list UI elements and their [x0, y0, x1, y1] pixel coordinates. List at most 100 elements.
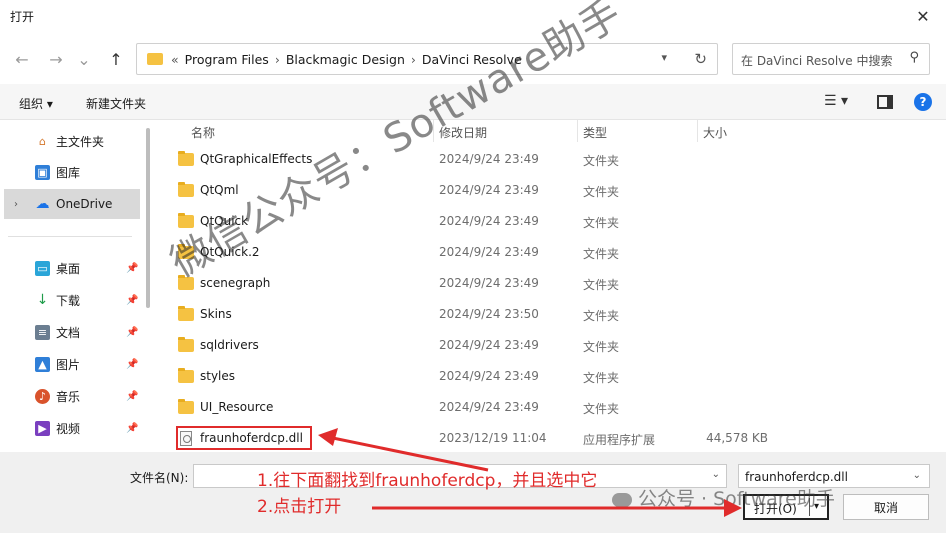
home-icon: ⌂: [39, 134, 46, 148]
file-row[interactable]: QtQuick.2 2024/9/24 23:49 文件夹: [156, 237, 946, 267]
sidebar-item-documents[interactable]: ≡ 文档 📌: [0, 317, 140, 347]
video-icon: ▶: [35, 420, 50, 436]
file-row[interactable]: sqldrivers 2024/9/24 23:49 文件夹: [156, 330, 946, 360]
wechat-icon: [612, 492, 632, 507]
address-bar[interactable]: « Program Files › Blackmagic Design › Da…: [136, 43, 718, 75]
annotation-highlight-box: [176, 426, 312, 450]
view-options-icon[interactable]: ☰ ▾: [824, 93, 848, 109]
file-date: 2024/9/24 23:49: [439, 400, 539, 414]
chevron-down-icon[interactable]: ⌄: [712, 469, 720, 480]
sidebar-item-label: 图库: [56, 165, 81, 180]
sidebar-item-label: 文档: [56, 325, 81, 340]
sidebar-scrollbar[interactable]: [146, 128, 150, 308]
file-type: 文件夹: [583, 402, 620, 416]
sidebar-item-label: 桌面: [56, 261, 81, 276]
music-icon: ♪: [35, 388, 50, 404]
forward-button[interactable]: →: [44, 47, 68, 71]
sidebar-item-label: 图片: [56, 357, 81, 372]
sidebar-item-label: 下载: [56, 293, 81, 308]
sidebar-item-music[interactable]: ♪ 音乐 📌: [0, 381, 140, 411]
file-date: 2024/9/24 23:50: [439, 307, 539, 321]
file-date: 2024/9/24 23:49: [439, 245, 539, 259]
pin-icon[interactable]: 📌: [126, 391, 138, 402]
help-icon[interactable]: ?: [914, 93, 932, 111]
breadcrumb-separator[interactable]: ›: [275, 52, 280, 67]
back-button[interactable]: ←: [10, 47, 34, 71]
folder-icon: [147, 53, 163, 65]
folder-icon: [178, 151, 194, 166]
breadcrumb-item[interactable]: Blackmagic Design: [286, 52, 405, 67]
sidebar-item-downloads[interactable]: ↓ 下载 📌: [0, 285, 140, 315]
sidebar-item-onedrive[interactable]: › ☁ OneDrive: [4, 189, 140, 219]
breadcrumb-separator[interactable]: ›: [411, 52, 416, 67]
file-name: UI_Resource: [200, 400, 274, 414]
gallery-icon: ▣: [35, 164, 50, 180]
search-input[interactable]: 在 DaVinci Resolve 中搜索: [741, 52, 892, 69]
sidebar-item-videos[interactable]: ▶ 视频 📌: [0, 413, 140, 443]
file-row[interactable]: UI_Resource 2024/9/24 23:49 文件夹: [156, 392, 946, 422]
file-date: 2024/9/24 23:49: [439, 183, 539, 197]
folder-icon: [178, 368, 194, 383]
sidebar-item-label: 音乐: [56, 389, 81, 404]
picture-icon: ▲: [35, 356, 50, 372]
up-button[interactable]: ↑: [104, 47, 128, 71]
file-row[interactable]: styles 2024/9/24 23:49 文件夹: [156, 361, 946, 391]
pin-icon[interactable]: 📌: [126, 263, 138, 274]
sidebar-item-desktop[interactable]: ▭ 桌面 📌: [0, 253, 140, 283]
column-divider[interactable]: [577, 120, 578, 142]
sidebar-item-label: 视频: [56, 421, 81, 436]
navigation-pane: ⌂ 主文件夹 ▣ 图库 › ☁ OneDrive ▭ 桌面 📌 ↓ 下载 📌 ≡…: [0, 120, 156, 452]
file-date: 2023/12/19 11:04: [439, 431, 547, 445]
file-type: 文件夹: [583, 278, 620, 292]
sidebar-item-label: 主文件夹: [56, 134, 105, 149]
file-type: 文件夹: [583, 185, 620, 199]
file-name: sqldrivers: [200, 338, 259, 352]
cancel-button[interactable]: 取消: [843, 494, 929, 520]
sidebar-item-gallery[interactable]: ▣ 图库: [0, 157, 140, 187]
sidebar-item-home[interactable]: ⌂ 主文件夹: [0, 126, 140, 156]
column-header-name[interactable]: 名称: [191, 120, 215, 142]
address-dropdown-icon[interactable]: ▾: [661, 51, 667, 64]
file-type: 文件夹: [583, 247, 620, 261]
filename-label: 文件名(N):: [130, 471, 189, 485]
file-type: 文件夹: [583, 371, 620, 385]
breadcrumb-overflow[interactable]: «: [171, 52, 179, 67]
column-header-type[interactable]: 类型: [583, 120, 607, 142]
pin-icon[interactable]: 📌: [126, 359, 138, 370]
column-header-size[interactable]: 大小: [703, 120, 727, 142]
pin-icon[interactable]: 📌: [126, 327, 138, 338]
preview-pane-icon[interactable]: [877, 95, 893, 109]
file-type: 文件夹: [583, 340, 620, 354]
file-date: 2024/9/24 23:49: [439, 369, 539, 383]
footer-watermark-text: 公众号 · Software助手: [638, 488, 835, 510]
file-row[interactable]: scenegraph 2024/9/24 23:49 文件夹: [156, 268, 946, 298]
file-size: 44,578 KB: [706, 431, 768, 445]
close-button[interactable]: ✕: [900, 0, 946, 32]
file-date: 2024/9/24 23:49: [439, 276, 539, 290]
pin-icon[interactable]: 📌: [126, 295, 138, 306]
breadcrumb-item[interactable]: Program Files: [185, 52, 269, 67]
search-box[interactable]: 在 DaVinci Resolve 中搜索 ⚲: [732, 43, 930, 75]
refresh-icon[interactable]: ↻: [694, 50, 707, 68]
chevron-right-icon[interactable]: ›: [14, 199, 18, 210]
sidebar-item-pictures[interactable]: ▲ 图片 📌: [0, 349, 140, 379]
back-arrow-icon: ←: [15, 49, 29, 69]
cloud-icon: ☁: [35, 196, 50, 212]
up-arrow-icon: ↑: [109, 49, 123, 69]
recent-locations-button[interactable]: ⌄: [76, 47, 92, 71]
new-folder-button[interactable]: 新建文件夹: [86, 95, 146, 112]
file-type: 文件夹: [583, 216, 620, 230]
folder-icon: [178, 399, 194, 414]
column-divider[interactable]: [697, 120, 698, 142]
organize-menu-button[interactable]: 组织 ▾: [19, 95, 53, 112]
footer-watermark: 公众号 · Software助手: [612, 484, 835, 511]
pin-icon[interactable]: 📌: [126, 423, 138, 434]
folder-icon: [178, 182, 194, 197]
folder-icon: [178, 337, 194, 352]
download-icon: ↓: [36, 292, 49, 308]
file-type: 应用程序扩展: [583, 433, 656, 447]
title-bar: 打开 ✕: [0, 0, 946, 32]
chevron-down-icon: ⌄: [77, 49, 91, 69]
file-date: 2024/9/24 23:49: [439, 214, 539, 228]
file-row[interactable]: Skins 2024/9/24 23:50 文件夹: [156, 299, 946, 329]
